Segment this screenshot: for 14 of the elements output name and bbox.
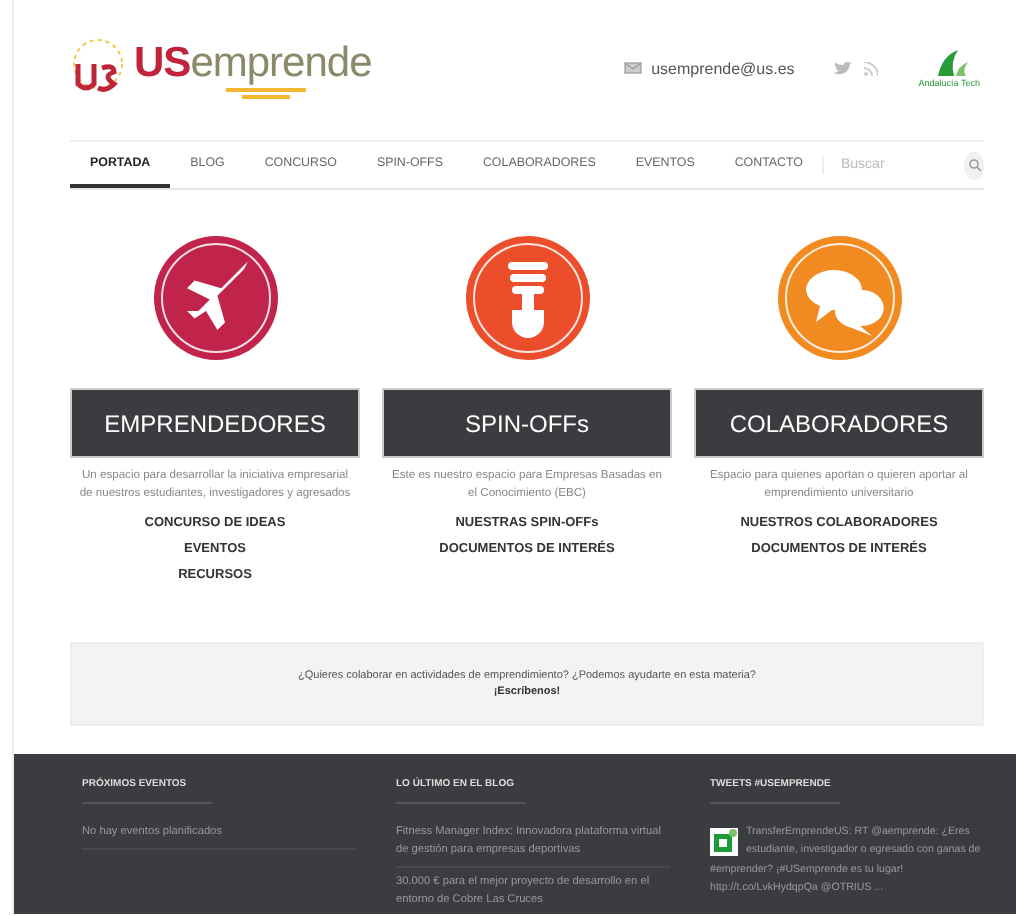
feature-title[interactable]: COLABORADORES bbox=[694, 388, 984, 458]
twitter-icon[interactable] bbox=[834, 61, 853, 75]
tagline-drawing bbox=[226, 88, 306, 100]
search-icon bbox=[967, 158, 982, 172]
logo-text[interactable]: USemprende bbox=[134, 40, 372, 86]
feature-title[interactable]: EMPRENDEDORES bbox=[70, 388, 360, 458]
envelope-icon bbox=[623, 62, 642, 74]
search-button[interactable] bbox=[964, 151, 984, 179]
feature-title[interactable]: SPIN-OFFs bbox=[382, 388, 672, 458]
rss-icon[interactable] bbox=[864, 61, 879, 75]
feature-badge[interactable] bbox=[153, 236, 277, 360]
chat-bubbles-icon bbox=[805, 270, 883, 336]
email-link[interactable]: usemprende@us.es bbox=[651, 59, 795, 77]
avatar-icon bbox=[710, 827, 738, 856]
